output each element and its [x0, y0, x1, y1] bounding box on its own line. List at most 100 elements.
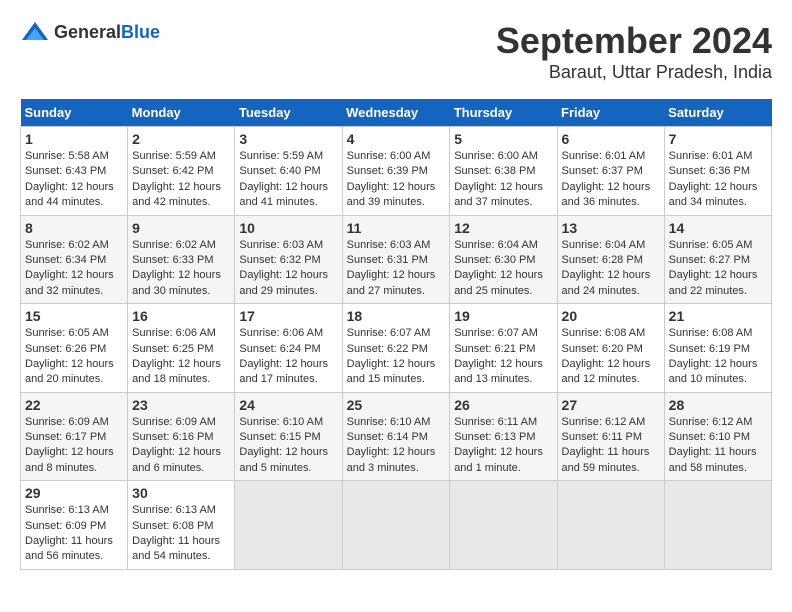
- day-number: 23: [132, 397, 230, 413]
- page-header: GeneralBlue September 2024 Baraut, Uttar…: [20, 20, 772, 83]
- day-info: Sunrise: 6:12 AM Sunset: 6:11 PM Dayligh…: [562, 415, 660, 477]
- dow-sunday: Sunday: [21, 99, 128, 127]
- calendar-cell: 21Sunrise: 6:08 AM Sunset: 6:19 PM Dayli…: [664, 304, 771, 393]
- dow-monday: Monday: [128, 99, 235, 127]
- calendar-cell: 5 Sunrise: 6:00 AM Sunset: 6:38 PM Daylig…: [450, 127, 557, 216]
- day-number: 5: [454, 131, 552, 147]
- calendar-cell: 19Sunrise: 6:07 AM Sunset: 6:21 PM Dayli…: [450, 304, 557, 393]
- calendar-cell: [664, 481, 771, 570]
- calendar-cell: 10Sunrise: 6:03 AM Sunset: 6:32 PM Dayli…: [235, 215, 342, 304]
- day-info: Sunrise: 6:05 AM Sunset: 6:27 PM Dayligh…: [669, 238, 767, 300]
- day-info: Sunrise: 5:58 AM Sunset: 6:43 PM Dayligh…: [25, 149, 123, 211]
- day-number: 24: [239, 397, 337, 413]
- day-number: 7: [669, 131, 767, 147]
- day-info: Sunrise: 6:02 AM Sunset: 6:33 PM Dayligh…: [132, 238, 230, 300]
- day-number: 3: [239, 131, 337, 147]
- day-number: 13: [562, 220, 660, 236]
- day-number: 6: [562, 131, 660, 147]
- calendar-week-4: 29Sunrise: 6:13 AM Sunset: 6:09 PM Dayli…: [21, 481, 772, 570]
- day-info: Sunrise: 6:07 AM Sunset: 6:21 PM Dayligh…: [454, 326, 552, 388]
- calendar-cell: 17Sunrise: 6:06 AM Sunset: 6:24 PM Dayli…: [235, 304, 342, 393]
- day-info: Sunrise: 6:10 AM Sunset: 6:15 PM Dayligh…: [239, 415, 337, 477]
- day-number: 8: [25, 220, 123, 236]
- day-number: 21: [669, 308, 767, 324]
- day-info: Sunrise: 6:13 AM Sunset: 6:08 PM Dayligh…: [132, 503, 230, 565]
- location-title: Baraut, Uttar Pradesh, India: [496, 62, 772, 83]
- calendar-cell: 28 Sunrise: 6:12 AM Sunset: 6:10 PM Dayli…: [664, 392, 771, 481]
- calendar-cell: [235, 481, 342, 570]
- calendar-cell: 7Sunrise: 6:01 AM Sunset: 6:36 PM Daylig…: [664, 127, 771, 216]
- day-number: 25: [347, 397, 446, 413]
- day-info: Sunrise: 6:04 AM Sunset: 6:30 PM Dayligh…: [454, 238, 552, 300]
- calendar-week-2: 15 Sunrise: 6:05 AM Sunset: 6:26 PM Dayli…: [21, 304, 772, 393]
- day-info: Sunrise: 6:04 AM Sunset: 6:28 PM Dayligh…: [562, 238, 660, 300]
- day-number: 30: [132, 485, 230, 501]
- day-number: 26: [454, 397, 552, 413]
- calendar-cell: [557, 481, 664, 570]
- calendar-cell: 15 Sunrise: 6:05 AM Sunset: 6:26 PM Dayli…: [21, 304, 128, 393]
- calendar-cell: 27 Sunrise: 6:12 AM Sunset: 6:11 PM Dayli…: [557, 392, 664, 481]
- title-area: September 2024 Baraut, Uttar Pradesh, In…: [496, 20, 772, 83]
- logo: GeneralBlue: [20, 20, 160, 44]
- day-info: Sunrise: 6:05 AM Sunset: 6:26 PM Dayligh…: [25, 326, 123, 388]
- day-info: Sunrise: 6:09 AM Sunset: 6:16 PM Dayligh…: [132, 415, 230, 477]
- calendar-body: 1 Sunrise: 5:58 AM Sunset: 6:43 PM Daylig…: [21, 127, 772, 570]
- calendar-cell: 29Sunrise: 6:13 AM Sunset: 6:09 PM Dayli…: [21, 481, 128, 570]
- calendar-cell: 8Sunrise: 6:02 AM Sunset: 6:34 PM Daylig…: [21, 215, 128, 304]
- dow-tuesday: Tuesday: [235, 99, 342, 127]
- day-number: 22: [25, 397, 123, 413]
- calendar-cell: 9 Sunrise: 6:02 AM Sunset: 6:33 PM Daylig…: [128, 215, 235, 304]
- day-info: Sunrise: 6:03 AM Sunset: 6:32 PM Dayligh…: [239, 238, 337, 300]
- month-title: September 2024: [496, 20, 772, 62]
- day-info: Sunrise: 5:59 AM Sunset: 6:40 PM Dayligh…: [239, 149, 337, 211]
- calendar-cell: 16Sunrise: 6:06 AM Sunset: 6:25 PM Dayli…: [128, 304, 235, 393]
- calendar-cell: 12 Sunrise: 6:04 AM Sunset: 6:30 PM Dayli…: [450, 215, 557, 304]
- day-number: 1: [25, 131, 123, 147]
- dow-thursday: Thursday: [450, 99, 557, 127]
- day-info: Sunrise: 6:07 AM Sunset: 6:22 PM Dayligh…: [347, 326, 446, 388]
- day-number: 29: [25, 485, 123, 501]
- day-info: Sunrise: 6:08 AM Sunset: 6:20 PM Dayligh…: [562, 326, 660, 388]
- calendar-week-3: 22 Sunrise: 6:09 AM Sunset: 6:17 PM Dayli…: [21, 392, 772, 481]
- calendar-cell: 30 Sunrise: 6:13 AM Sunset: 6:08 PM Dayli…: [128, 481, 235, 570]
- calendar-cell: 11Sunrise: 6:03 AM Sunset: 6:31 PM Dayli…: [342, 215, 450, 304]
- calendar-cell: 24 Sunrise: 6:10 AM Sunset: 6:15 PM Dayli…: [235, 392, 342, 481]
- calendar-cell: 6 Sunrise: 6:01 AM Sunset: 6:37 PM Daylig…: [557, 127, 664, 216]
- day-info: Sunrise: 6:10 AM Sunset: 6:14 PM Dayligh…: [347, 415, 446, 477]
- calendar-cell: 13 Sunrise: 6:04 AM Sunset: 6:28 PM Dayli…: [557, 215, 664, 304]
- dow-friday: Friday: [557, 99, 664, 127]
- day-info: Sunrise: 6:00 AM Sunset: 6:39 PM Dayligh…: [347, 149, 446, 211]
- dow-wednesday: Wednesday: [342, 99, 450, 127]
- day-info: Sunrise: 6:06 AM Sunset: 6:24 PM Dayligh…: [239, 326, 337, 388]
- day-number: 4: [347, 131, 446, 147]
- logo-blue-text: Blue: [121, 22, 160, 42]
- day-info: Sunrise: 6:09 AM Sunset: 6:17 PM Dayligh…: [25, 415, 123, 477]
- day-number: 11: [347, 220, 446, 236]
- calendar-cell: 23 Sunrise: 6:09 AM Sunset: 6:16 PM Dayli…: [128, 392, 235, 481]
- day-info: Sunrise: 6:06 AM Sunset: 6:25 PM Dayligh…: [132, 326, 230, 388]
- calendar-cell: 2Sunrise: 5:59 AM Sunset: 6:42 PM Daylig…: [128, 127, 235, 216]
- calendar-cell: 3 Sunrise: 5:59 AM Sunset: 6:40 PM Daylig…: [235, 127, 342, 216]
- calendar-cell: 20Sunrise: 6:08 AM Sunset: 6:20 PM Dayli…: [557, 304, 664, 393]
- day-info: Sunrise: 6:12 AM Sunset: 6:10 PM Dayligh…: [669, 415, 767, 477]
- day-number: 27: [562, 397, 660, 413]
- calendar-cell: 4 Sunrise: 6:00 AM Sunset: 6:39 PM Daylig…: [342, 127, 450, 216]
- logo-general-text: General: [54, 22, 121, 42]
- day-info: Sunrise: 6:01 AM Sunset: 6:37 PM Dayligh…: [562, 149, 660, 211]
- day-info: Sunrise: 5:59 AM Sunset: 6:42 PM Dayligh…: [132, 149, 230, 211]
- day-number: 12: [454, 220, 552, 236]
- calendar-week-0: 1 Sunrise: 5:58 AM Sunset: 6:43 PM Daylig…: [21, 127, 772, 216]
- day-number: 9: [132, 220, 230, 236]
- day-info: Sunrise: 6:11 AM Sunset: 6:13 PM Dayligh…: [454, 415, 552, 477]
- calendar-cell: 25 Sunrise: 6:10 AM Sunset: 6:14 PM Dayli…: [342, 392, 450, 481]
- day-info: Sunrise: 6:00 AM Sunset: 6:38 PM Dayligh…: [454, 149, 552, 211]
- day-number: 15: [25, 308, 123, 324]
- calendar-cell: 14Sunrise: 6:05 AM Sunset: 6:27 PM Dayli…: [664, 215, 771, 304]
- day-number: 28: [669, 397, 767, 413]
- calendar-week-1: 8Sunrise: 6:02 AM Sunset: 6:34 PM Daylig…: [21, 215, 772, 304]
- day-number: 18: [347, 308, 446, 324]
- calendar-cell: 1 Sunrise: 5:58 AM Sunset: 6:43 PM Daylig…: [21, 127, 128, 216]
- logo-icon: [20, 20, 50, 44]
- calendar-cell: [342, 481, 450, 570]
- dow-saturday: Saturday: [664, 99, 771, 127]
